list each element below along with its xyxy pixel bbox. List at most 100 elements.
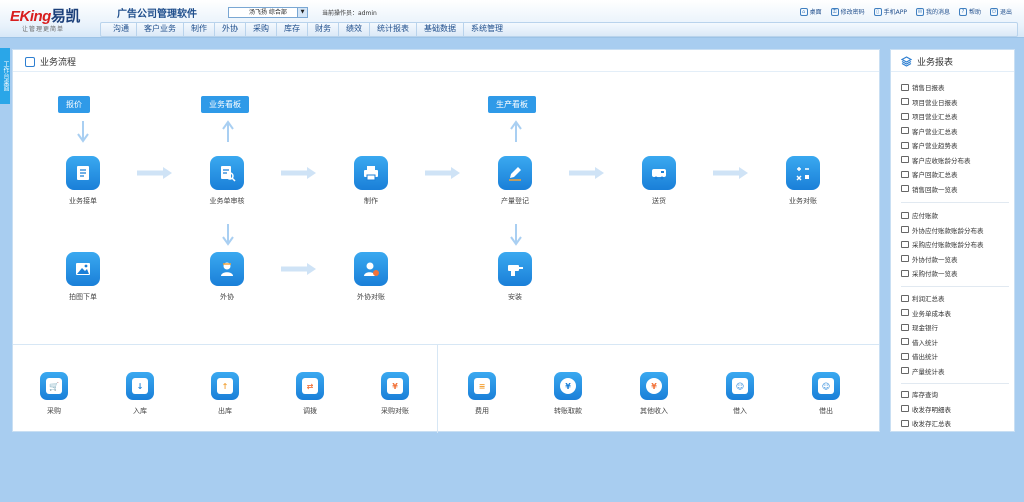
- flow-node-order-review[interactable]: 业务单审核: [187, 156, 267, 206]
- tool-transfer[interactable]: ⇄ 调拨: [275, 372, 345, 416]
- nav-item-communication[interactable]: 沟通: [106, 22, 137, 36]
- report-link[interactable]: 采购付款一览表: [901, 266, 1009, 281]
- user-settings-icon: [354, 252, 388, 286]
- report-link[interactable]: 应付账款: [901, 208, 1009, 223]
- top-link-help[interactable]: ? 帮助: [958, 7, 981, 16]
- report-link[interactable]: 产量统计表: [901, 364, 1009, 379]
- report-link[interactable]: 借出统计: [901, 349, 1009, 364]
- report-link[interactable]: 客户回款汇总表: [901, 167, 1009, 182]
- flow-node-label: 产量登记: [501, 197, 529, 205]
- contact-card-icon: ☺: [812, 372, 840, 400]
- tool-label: 转账取款: [554, 407, 582, 415]
- nav-item-basic-data[interactable]: 基础数据: [417, 22, 464, 36]
- report-group-payables: 应付账款 外协应付账款账龄分布表 采购应付账款账龄分布表 外协付款一览表 采购付…: [901, 208, 1009, 281]
- tool-borrow-in[interactable]: ☺ 借入: [705, 372, 775, 416]
- production-board-tag[interactable]: 生产看板: [488, 96, 536, 113]
- chevron-down-icon[interactable]: ▼: [297, 8, 307, 17]
- message-icon: ✉: [915, 7, 924, 16]
- flow-node-delivery[interactable]: 送货: [619, 156, 699, 206]
- phone-icon: ▯: [873, 7, 882, 16]
- report-link[interactable]: 收发存汇总表: [901, 416, 1009, 431]
- report-label: 借出统计: [912, 353, 938, 362]
- cart-icon: [901, 211, 909, 219]
- nav-item-finance[interactable]: 财务: [308, 22, 339, 36]
- cube-icon: [901, 127, 909, 135]
- tool-lend-out[interactable]: ☺ 借出: [791, 372, 861, 416]
- divider: [901, 383, 1009, 384]
- logo-slogan: 让管理更简单: [22, 26, 65, 33]
- report-label: 业务单成本表: [912, 309, 951, 318]
- tool-label: 费用: [475, 407, 489, 415]
- ledger-icon: [901, 367, 909, 375]
- top-link-label: 桌面: [809, 9, 822, 16]
- report-group-finance: 利润汇总表 业务单成本表 现金银行 借入统计 借出统计 产量统计表: [901, 291, 1009, 378]
- report-link[interactable]: 项目营业日报表: [901, 95, 1009, 110]
- tool-purchase[interactable]: 🛒 采购: [19, 372, 89, 416]
- document-icon: [66, 156, 100, 190]
- side-tab-desktop[interactable]: 工作台桌面: [0, 48, 10, 104]
- layers-icon: [901, 56, 912, 67]
- report-link[interactable]: 收发存明细表: [901, 402, 1009, 417]
- list-icon: [901, 419, 909, 427]
- flow-node-picture-order[interactable]: 拍图下单: [43, 252, 123, 302]
- flow-node-production-register[interactable]: 产量登记: [475, 156, 555, 206]
- tool-stock-in[interactable]: ↓ 入库: [105, 372, 175, 416]
- tool-stock-out[interactable]: ↑ 出库: [190, 372, 260, 416]
- home-icon: ⌂: [799, 7, 808, 16]
- ledger-icon: [901, 309, 909, 317]
- report-link[interactable]: 业务单成本表: [901, 306, 1009, 321]
- top-link-label: 我的消息: [925, 9, 950, 16]
- report-link[interactable]: 采购应付账款账龄分布表: [901, 237, 1009, 252]
- report-link[interactable]: 客户营业趋势表: [901, 138, 1009, 153]
- quote-tag[interactable]: 报价: [58, 96, 90, 113]
- report-link[interactable]: 销售日报表: [901, 80, 1009, 95]
- top-link-label: 修改密码: [840, 9, 865, 16]
- tool-label: 入库: [133, 407, 147, 415]
- flow-node-production[interactable]: 制作: [331, 156, 411, 206]
- nav-item-customer-business[interactable]: 客户业务: [137, 22, 184, 36]
- flow-node-install[interactable]: 安装: [475, 252, 555, 302]
- arrow-right-icon: [281, 263, 316, 275]
- nav-item-reports[interactable]: 统计报表: [370, 22, 417, 36]
- nav-item-system[interactable]: 系统管理: [464, 22, 510, 36]
- list-icon: [901, 405, 909, 413]
- report-link[interactable]: 现金银行: [901, 320, 1009, 335]
- report-link[interactable]: 客户应收账龄分布表: [901, 153, 1009, 168]
- report-label: 采购应付账款账龄分布表: [912, 241, 984, 250]
- report-link[interactable]: 项目营业汇总表: [901, 109, 1009, 124]
- top-link-logout[interactable]: ⏻ 退出: [989, 7, 1012, 16]
- flow-node-reconcile[interactable]: 业务对账: [763, 156, 843, 206]
- report-group-inventory: 库存查询 收发存明细表 收发存汇总表: [901, 387, 1009, 431]
- flow-node-outsource-reconcile[interactable]: 外协对账: [331, 252, 411, 302]
- tool-purchase-reconcile[interactable]: ¥ 采购对账: [360, 372, 430, 416]
- flow-node-label: 外协对账: [357, 293, 385, 301]
- top-link-desktop[interactable]: ⌂ 桌面: [799, 7, 822, 16]
- business-board-tag[interactable]: 业务看板: [201, 96, 249, 113]
- flow-node-business-order[interactable]: 业务接单: [43, 156, 123, 206]
- report-link[interactable]: 外协应付账款账龄分布表: [901, 223, 1009, 238]
- nav-item-purchase[interactable]: 采购: [246, 22, 277, 36]
- user-department-select[interactable]: 汤飞扬 综合部 ▼: [228, 7, 308, 18]
- top-link-mobile-app[interactable]: ▯ 手机APP: [873, 7, 907, 16]
- flow-node-outsource[interactable]: 外协: [187, 252, 267, 302]
- report-link[interactable]: 客户营业汇总表: [901, 124, 1009, 139]
- report-link[interactable]: 销售回款一览表: [901, 182, 1009, 197]
- tool-transfer-withdraw[interactable]: ¥ 转账取款: [533, 372, 603, 416]
- top-link-change-password[interactable]: ⚿ 修改密码: [830, 7, 865, 16]
- report-link[interactable]: 库存查询: [901, 387, 1009, 402]
- tool-expense[interactable]: ≡ 费用: [447, 372, 517, 416]
- top-link-messages[interactable]: ✉ 我的消息: [915, 7, 950, 16]
- report-link[interactable]: 外协付款一览表: [901, 252, 1009, 267]
- tool-other-income[interactable]: ¥ 其他收入: [619, 372, 689, 416]
- nav-item-outsource[interactable]: 外协: [215, 22, 246, 36]
- stock-out-icon: ↑: [211, 372, 239, 400]
- nav-item-production[interactable]: 制作: [184, 22, 215, 36]
- nav-item-performance[interactable]: 绩效: [339, 22, 370, 36]
- report-link[interactable]: 利润汇总表: [901, 291, 1009, 306]
- nav-item-inventory[interactable]: 库存: [277, 22, 308, 36]
- flow-node-label: 业务对账: [789, 197, 817, 205]
- flow-node-label: 安装: [508, 293, 522, 301]
- main-nav: 沟通 客户业务 制作 外协 采购 库存 财务 绩效 统计报表 基础数据 系统管理: [106, 22, 510, 36]
- report-link[interactable]: 借入统计: [901, 335, 1009, 350]
- report-label: 应付账款: [912, 212, 938, 221]
